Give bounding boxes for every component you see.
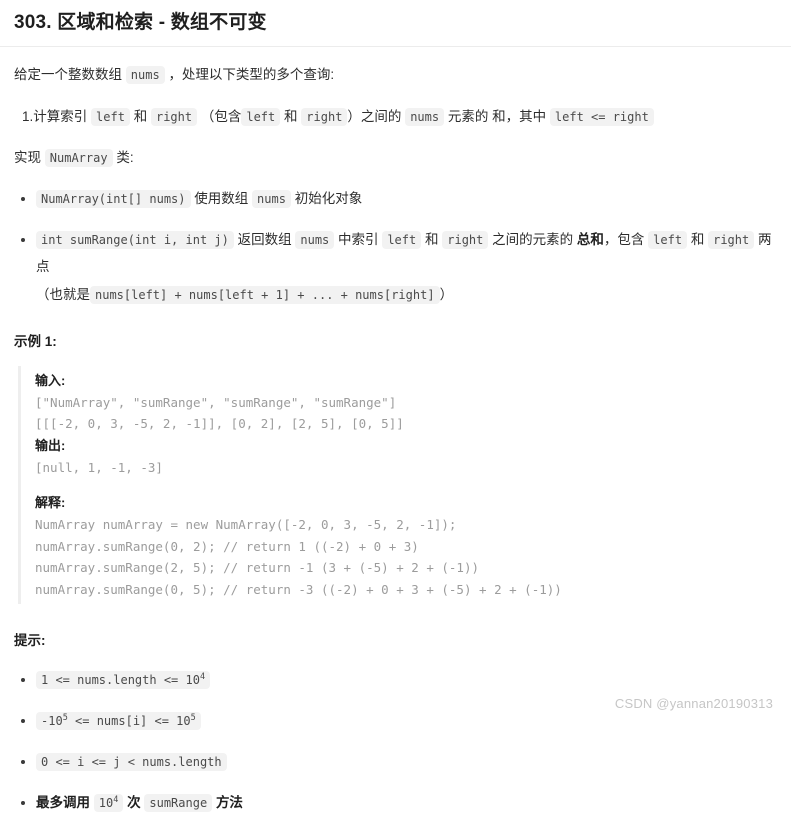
- code-chip-right: right: [150, 108, 198, 127]
- csdn-watermark: CSDN @yannan20190313: [614, 695, 773, 711]
- method2-line2-text-1: （也就是: [36, 286, 90, 302]
- intro-text-after: ，处理以下类型的多个查询:: [168, 66, 335, 82]
- code-chip-left-4: left: [648, 230, 688, 249]
- hint-2-pre: -10: [41, 714, 63, 729]
- page-title: 303. 区域和检索 - 数组不可变: [14, 12, 267, 33]
- code-chip-right-4: right: [708, 230, 755, 249]
- code-chip-right-3: right: [442, 230, 489, 249]
- code-chip-left-le-right: left <= right: [549, 108, 654, 127]
- code-chip-nums: nums: [125, 65, 165, 84]
- query-text-2: 和: [133, 109, 148, 125]
- list-item: int sumRange(int i, int j) 返回数组 nums 中索引…: [14, 226, 777, 309]
- example-code: 输入: ["NumArray", "sumRange", "sumRange",…: [35, 370, 777, 479]
- hints-heading: 提示:: [14, 633, 46, 649]
- hint-1-pre: 1 <= nums.length <= 10: [41, 673, 200, 688]
- code-chip-sum-expression: nums[left] + nums[left + 1] + ... + nums…: [90, 285, 440, 304]
- implement-paragraph: 实现 NumArray 类:: [14, 145, 777, 171]
- code-chip-constructor: NumArray(int[] nums): [36, 189, 191, 208]
- method2-text-4: 之间的元素的: [492, 231, 574, 247]
- implement-text-1: 实现: [14, 150, 41, 166]
- intro-text-before: 给定一个整数数组: [14, 66, 122, 82]
- list-item: 最多调用 104 次 sumRange 方法: [14, 789, 777, 816]
- method2-text-1: 返回数组: [237, 231, 292, 247]
- query-number: 1.: [22, 109, 34, 125]
- hint-code-2: -105 <= nums[i] <= 105: [36, 712, 201, 731]
- method-text-2: 初始化对象: [294, 190, 363, 206]
- example-block: 输入: ["NumArray", "sumRange", "sumRange",…: [18, 365, 777, 605]
- method-text-1: 使用数组: [194, 190, 249, 206]
- explain-line-4: numArray.sumRange(0, 5); // return -3 ((…: [35, 581, 562, 597]
- hint-code-3: 0 <= i <= j < nums.length: [36, 753, 227, 772]
- explain-line-3: numArray.sumRange(2, 5); // return -1 (3…: [35, 560, 480, 576]
- list-item: NumArray(int[] nums) 使用数组 nums 初始化对象: [14, 185, 777, 213]
- page-header: 303. 区域和检索 - 数组不可变: [0, 0, 791, 47]
- output-line-1: [null, 1, -1, -3]: [35, 460, 163, 476]
- intro-paragraph: 给定一个整数数组 nums ，处理以下类型的多个查询:: [14, 62, 777, 88]
- input-line-1: ["NumArray", "sumRange", "sumRange", "su…: [35, 394, 397, 410]
- query-text-6: 元素的: [447, 109, 489, 125]
- code-chip-nums-2: nums: [405, 108, 445, 127]
- hint-4-text-1: 最多调用: [36, 795, 90, 811]
- code-chip-left-2: left: [241, 108, 281, 127]
- list-item: 1 <= nums.length <= 104: [14, 666, 777, 693]
- method2-text-5: ，包含: [603, 231, 645, 247]
- query-text-7: 和: [492, 109, 506, 125]
- input-line-2: [[[-2, 0, 3, -5, 2, -1]], [0, 2], [2, 5]…: [35, 416, 404, 432]
- hint-code-4-sumrange: sumRange: [144, 794, 213, 813]
- method2-text-3: 和: [424, 231, 439, 247]
- method2-text-6: 和: [690, 231, 705, 247]
- query-text-1: 计算索引: [33, 109, 88, 125]
- hint-4-sup: 4: [113, 795, 119, 806]
- input-label: 输入:: [35, 372, 66, 388]
- method2-text-2: 中索引: [338, 231, 379, 247]
- hint-2-post: <= nums[i] <= 10: [67, 714, 191, 729]
- output-label: 输出:: [35, 437, 66, 453]
- code-chip-numarray: NumArray: [44, 149, 113, 168]
- hint-4-text-3: 方法: [215, 795, 243, 811]
- method-list: NumArray(int[] nums) 使用数组 nums 初始化对象 int…: [14, 185, 777, 309]
- code-chip-sumrange-sig: int sumRange(int i, int j): [36, 230, 234, 249]
- hints-list: 1 <= nums.length <= 104 -105 <= nums[i] …: [14, 666, 777, 816]
- hint-code-1: 1 <= nums.length <= 104: [36, 671, 211, 690]
- query-text-3: （包含: [200, 109, 242, 125]
- method2-line2-text-2: ）: [439, 286, 454, 302]
- code-chip-right-2: right: [301, 108, 348, 127]
- code-chip-left: left: [91, 108, 130, 127]
- code-chip-nums-4: nums: [295, 230, 335, 249]
- hint-code-4-count: 104: [93, 794, 124, 813]
- explain-line-2: numArray.sumRange(0, 2); // return 1 ((-…: [35, 538, 419, 554]
- code-chip-left-3: left: [382, 230, 422, 249]
- method2-strong-total: 总和: [576, 231, 604, 247]
- list-item: 0 <= i <= j < nums.length: [14, 748, 777, 775]
- code-chip-nums-3: nums: [252, 189, 291, 208]
- hint-1-sup: 4: [199, 672, 206, 683]
- query-text-8: ，其中: [505, 109, 547, 125]
- article-page: 303. 区域和检索 - 数组不可变 给定一个整数数组 nums ，处理以下类型…: [0, 0, 791, 813]
- query-text-5: ）之间的: [347, 109, 402, 125]
- hint-4-code-1: 10: [98, 796, 114, 811]
- hint-4-text-2: 次: [127, 795, 141, 811]
- implement-text-2: 类:: [116, 150, 134, 166]
- query-text-4: 和: [284, 109, 298, 125]
- explain-line-1: NumArray numArray = new NumArray([-2, 0,…: [35, 517, 457, 533]
- explain-code: 解释: NumArray numArray = new NumArray([-2…: [35, 492, 777, 600]
- example-heading: 示例 1:: [14, 333, 57, 349]
- explain-label: 解释:: [35, 494, 66, 510]
- hint-2-sup2: 5: [190, 713, 196, 724]
- query-list-item: 1.计算索引 left 和 right （包含 left 和 right ）之间的 …: [14, 103, 777, 130]
